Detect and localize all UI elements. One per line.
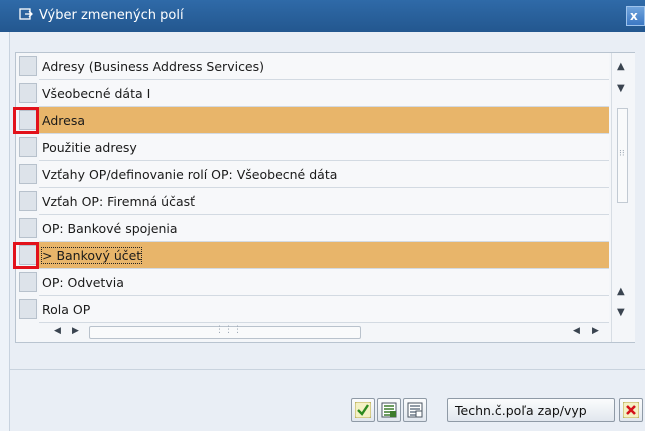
row-selector[interactable]: [19, 299, 37, 319]
field-selection-table: Adresy (Business Address Services) Všeob…: [13, 52, 635, 343]
table-row[interactable]: Adresy (Business Address Services): [16, 53, 609, 80]
row-label: Vzťahy OP/definovanie rolí OP: Všeobecné…: [42, 167, 338, 182]
table-row[interactable]: Rola OP: [16, 296, 609, 323]
row-selector[interactable]: [19, 191, 37, 211]
table-row[interactable]: Vzťahy OP/definovanie rolí OP: Všeobecné…: [16, 161, 609, 188]
row-cell[interactable]: Vzťahy OP/definovanie rolí OP: Všeobecné…: [39, 161, 609, 188]
table-row-selected[interactable]: Adresa: [13, 107, 609, 134]
row-label: Použitie adresy: [42, 140, 137, 155]
row-cell[interactable]: Rola OP: [39, 296, 609, 323]
row-label: OP: Odvetvia: [42, 275, 124, 290]
row-selector[interactable]: [19, 56, 37, 76]
row-label: Vzťah OP: Firemná účasť: [42, 194, 196, 209]
grip-icon: ⋮⋮⋮: [215, 325, 242, 335]
scroll-left-icon[interactable]: ◀: [573, 325, 580, 337]
close-icon: x: [630, 9, 638, 23]
scroll-right-icon[interactable]: ▶: [592, 325, 599, 337]
row-label: Všeobecné dáta I: [42, 86, 151, 101]
scroll-up-icon[interactable]: ▲: [617, 286, 625, 298]
horizontal-scrollbar[interactable]: ◀ ▶ ⋮⋮⋮ ◀ ▶: [16, 323, 610, 341]
table-row[interactable]: OP: Odvetvia: [16, 269, 609, 296]
row-label: Adresy (Business Address Services): [42, 59, 265, 74]
dialog-content: Adresy (Business Address Services) Všeob…: [9, 32, 645, 431]
confirm-check-icon: [355, 402, 371, 418]
dialog-icon: [19, 8, 33, 20]
row-cell[interactable]: OP: Bankové spojenia: [39, 215, 609, 242]
row-cell[interactable]: > Bankový účet: [39, 242, 609, 269]
horizontal-scroll-thumb[interactable]: ⋮⋮⋮: [89, 325, 361, 339]
scroll-up-icon[interactable]: ▲: [617, 61, 625, 73]
row-label: Adresa: [42, 113, 85, 128]
cancel-button[interactable]: [619, 398, 643, 422]
scroll-left-icon[interactable]: ◀: [54, 325, 61, 337]
scroll-right-icon[interactable]: ▶: [72, 325, 79, 337]
selection-highlight-marker: [13, 242, 39, 269]
row-label: OP: Bankové spojenia: [42, 221, 178, 236]
grip-icon: ⁝⁝: [619, 149, 625, 159]
row-cell[interactable]: Adresy (Business Address Services): [39, 53, 609, 80]
selection-highlight-marker: [13, 107, 39, 134]
techn-field-toggle-button[interactable]: Techn.č.poľa zap/vyp: [447, 398, 615, 422]
row-cell[interactable]: OP: Odvetvia: [39, 269, 609, 296]
row-selector[interactable]: [19, 218, 37, 238]
row-label: Rola OP: [42, 302, 91, 317]
row-selector[interactable]: [19, 272, 37, 292]
table-row[interactable]: OP: Bankové spojenia: [16, 215, 609, 242]
scroll-thumb[interactable]: ⁝⁝: [617, 108, 628, 203]
row-selector[interactable]: [19, 137, 37, 157]
row-cell[interactable]: Použitie adresy: [39, 134, 609, 161]
row-selector[interactable]: [19, 83, 37, 103]
row-cell[interactable]: Adresa: [39, 107, 609, 134]
divider: [10, 369, 645, 370]
dialog-title-bar: Výber zmenených polí: [0, 0, 645, 32]
confirm-button[interactable]: [351, 398, 375, 422]
cancel-icon: [623, 402, 639, 418]
deselect-all-icon: [407, 402, 423, 418]
select-all-button[interactable]: [377, 398, 401, 422]
select-all-icon: [381, 402, 397, 418]
techn-field-toggle-label: Techn.č.poľa zap/vyp: [455, 403, 587, 418]
dialog-title: Výber zmenených polí: [39, 8, 184, 23]
row-cell[interactable]: Všeobecné dáta I: [39, 80, 609, 107]
table-row[interactable]: Všeobecné dáta I: [16, 80, 609, 107]
row-selector[interactable]: [19, 164, 37, 184]
row-label: > Bankový účet: [40, 247, 143, 264]
table-row-selected[interactable]: > Bankový účet: [13, 242, 609, 269]
scroll-down-icon[interactable]: ▼: [617, 83, 625, 95]
vertical-scrollbar[interactable]: ▲ ▼ ⁝⁝ ▲ ▼: [611, 53, 635, 342]
scroll-down-icon[interactable]: ▼: [617, 307, 625, 319]
close-button[interactable]: x: [626, 6, 645, 26]
row-cell[interactable]: Vzťah OP: Firemná účasť: [39, 188, 609, 215]
deselect-all-button[interactable]: [403, 398, 427, 422]
table-row[interactable]: Použitie adresy: [16, 134, 609, 161]
table-row[interactable]: Vzťah OP: Firemná účasť: [16, 188, 609, 215]
